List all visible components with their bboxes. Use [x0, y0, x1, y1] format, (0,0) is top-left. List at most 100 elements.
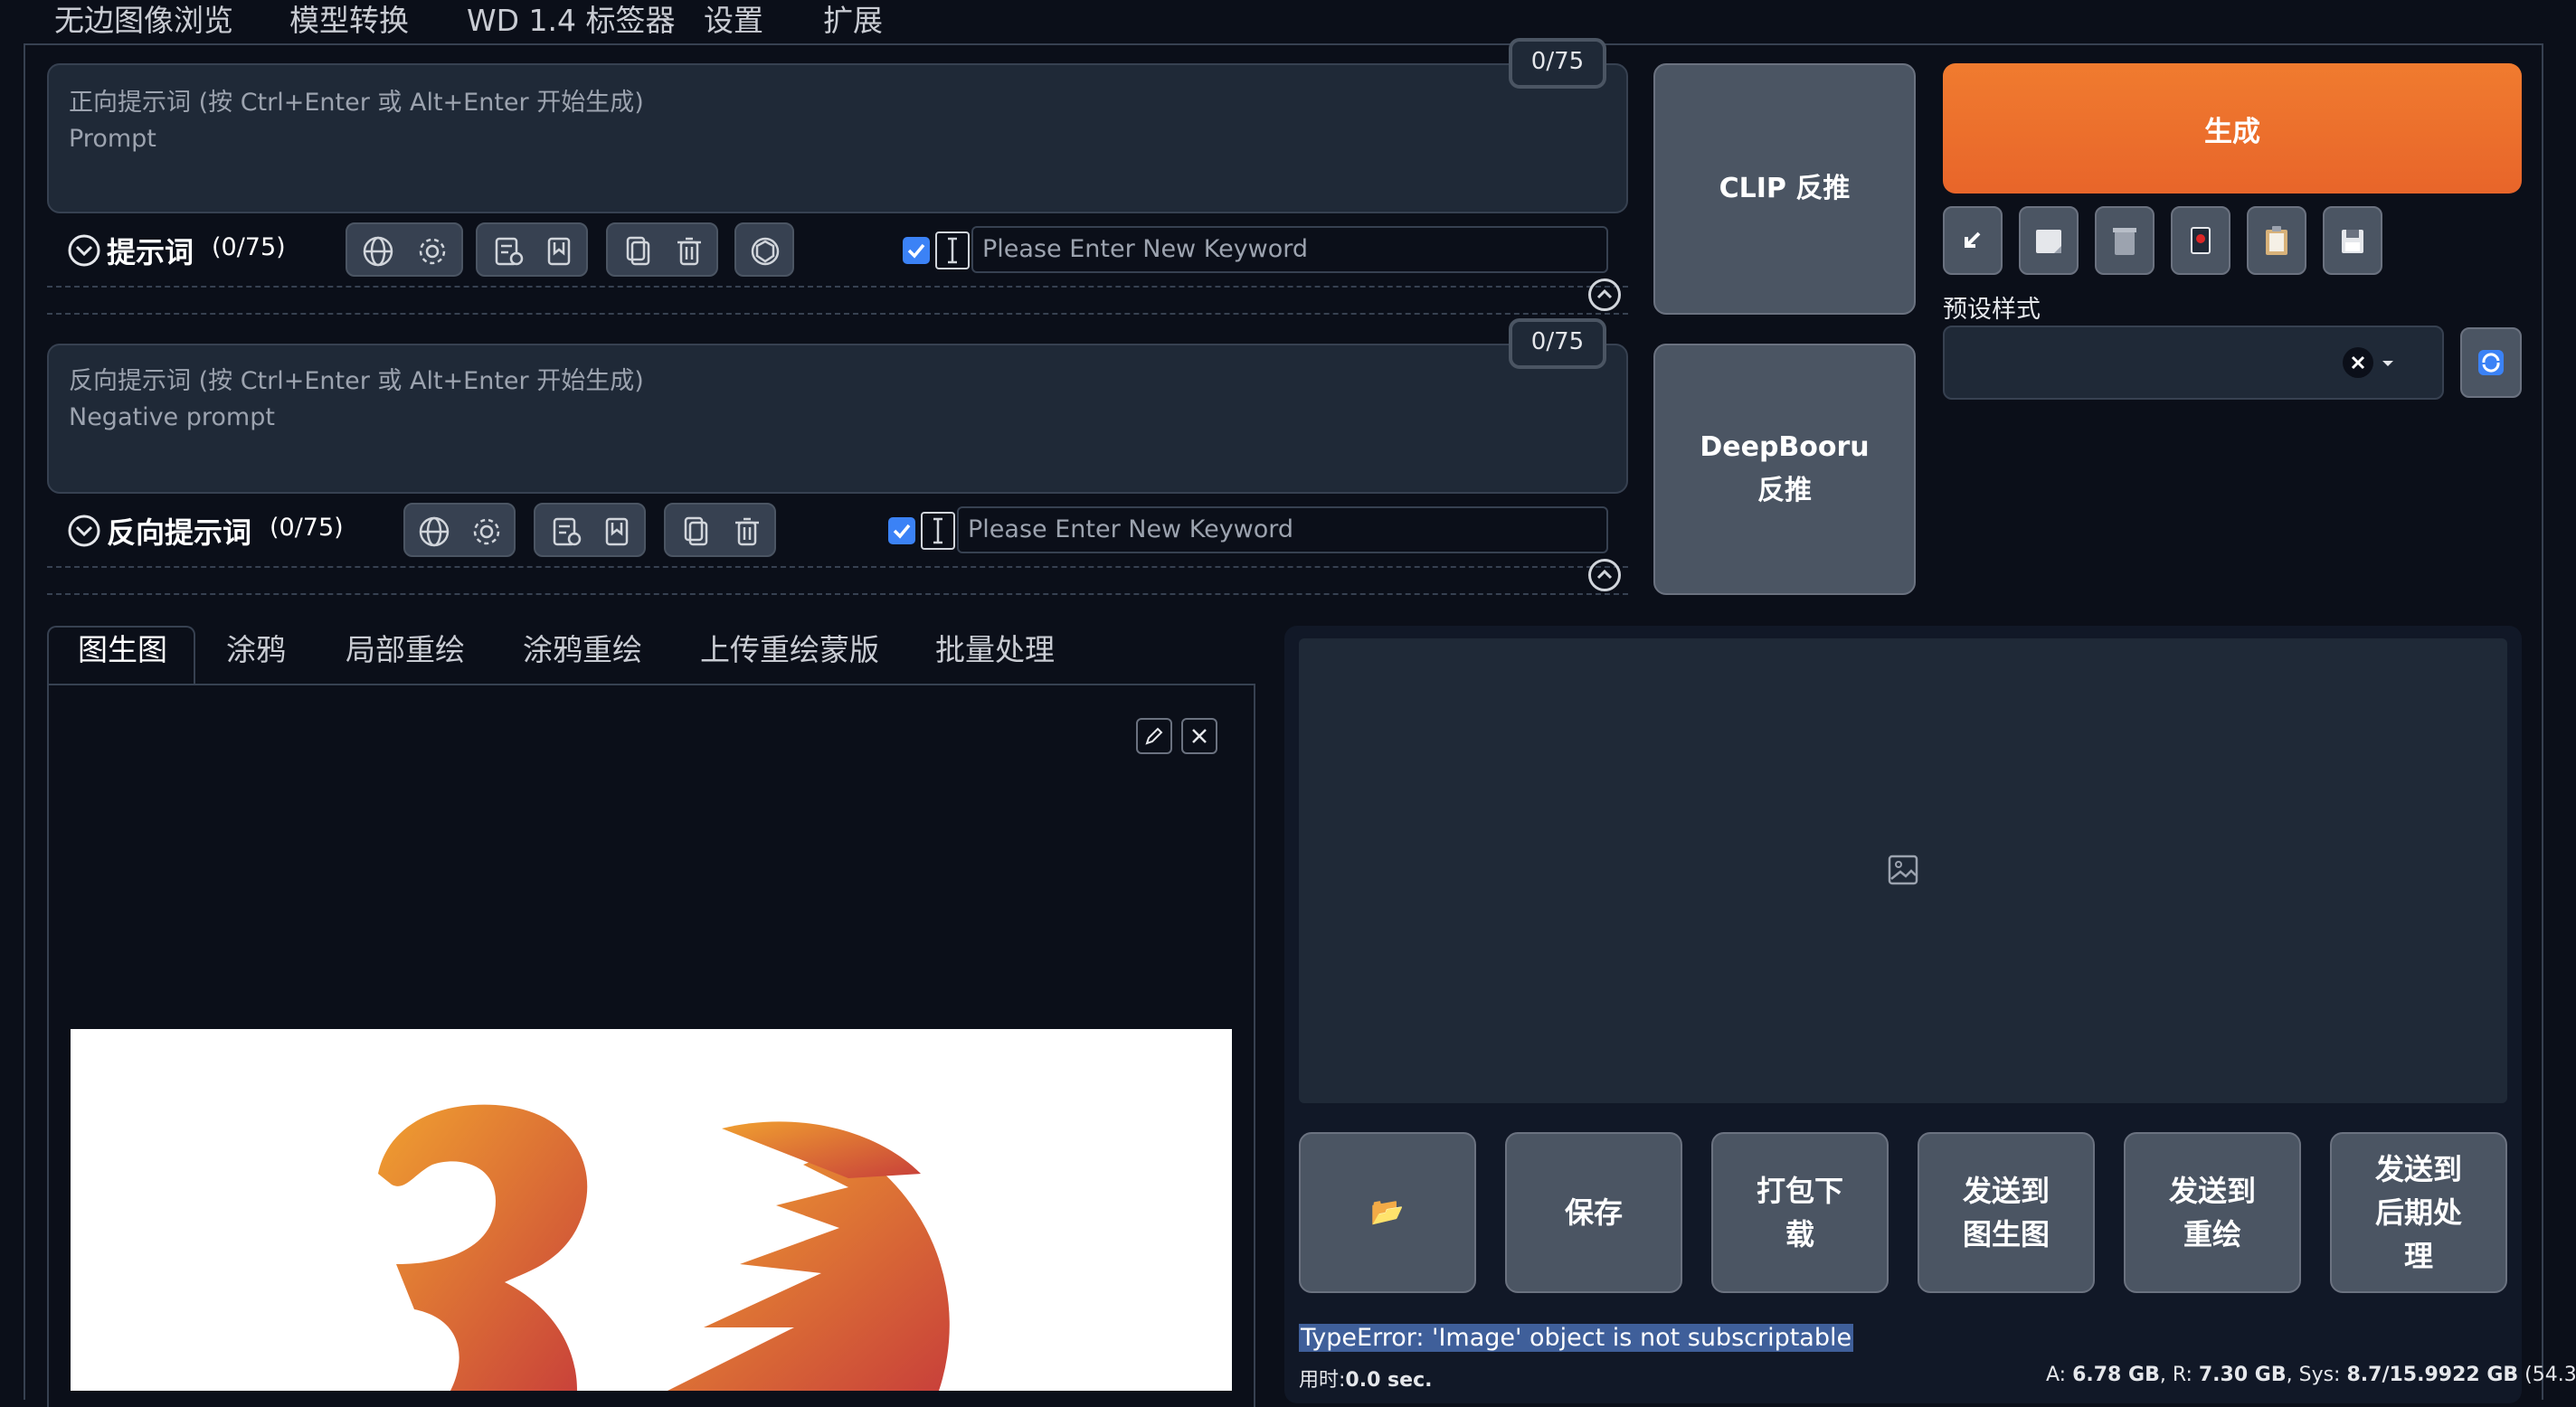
styles-dropdown[interactable]	[1943, 326, 2444, 400]
edit-image-button[interactable]	[1136, 718, 1172, 754]
mem-a-label: A:	[2046, 1364, 2073, 1386]
zip-download-button[interactable]: 打包下 载	[1711, 1132, 1889, 1293]
copy-icon[interactable]	[678, 514, 715, 550]
tab-sketch[interactable]: 涂鸦	[226, 626, 286, 669]
negative-divider	[47, 566, 1628, 568]
read-params-button[interactable]	[1943, 206, 2003, 275]
negative-prompt-placeholder-en: Negative prompt	[69, 403, 275, 431]
flower-card-icon	[2191, 227, 2211, 254]
list-settings-icon[interactable]	[490, 233, 526, 269]
gear-icon[interactable]	[414, 233, 450, 269]
negative-section-label: 反向提示词	[107, 515, 252, 550]
save-button[interactable]: 保存	[1505, 1132, 1682, 1293]
positive-prompt-textarea[interactable]: 正向提示词 (按 Ctrl+Enter 或 Alt+Enter 开始生成) Pr…	[47, 63, 1628, 213]
negative-token-counter: 0/75	[1509, 318, 1606, 369]
positive-divider	[47, 286, 1628, 288]
apply-style-button[interactable]	[2247, 206, 2306, 275]
negative-section-count: (0/75)	[270, 514, 344, 542]
copy-icon[interactable]	[620, 233, 657, 269]
text-cursor-icon	[935, 231, 970, 269]
output-gallery[interactable]	[1299, 638, 2507, 1103]
clip-interrogate-button[interactable]: CLIP 反推	[1653, 63, 1916, 315]
positive-collapse-icon[interactable]	[67, 233, 101, 268]
negative-expand-icon[interactable]	[1588, 559, 1621, 591]
floppy-icon	[2342, 230, 2363, 253]
positive-keyword-checkbox[interactable]	[903, 237, 930, 264]
positive-toolgroup-3	[606, 222, 718, 277]
trash-button[interactable]	[2095, 206, 2155, 275]
positive-toolgroup-2	[476, 222, 588, 277]
mem-percent: (54.3%)	[2524, 1364, 2576, 1386]
positive-toolgroup-4	[734, 222, 794, 277]
nav-tab-extensions[interactable]: 扩展	[823, 0, 883, 40]
generate-button[interactable]: 生成	[1943, 63, 2522, 194]
mem-r-label: , R:	[2159, 1364, 2199, 1386]
bookmark-icon[interactable]	[541, 233, 577, 269]
list-settings-icon[interactable]	[548, 514, 584, 550]
refresh-icon	[2478, 350, 2504, 375]
time-value: 0.0 sec.	[1345, 1369, 1433, 1392]
gear-icon[interactable]	[469, 514, 505, 550]
trash-icon[interactable]	[729, 514, 765, 550]
clipboard-icon	[2266, 226, 2287, 255]
clear-prompt-button[interactable]	[2019, 206, 2079, 275]
positive-bottom-divider	[47, 313, 1628, 315]
styles-label: 预设样式	[1943, 296, 2041, 324]
chevron-down-icon[interactable]	[2379, 354, 2397, 373]
negative-toolgroup-3	[664, 503, 776, 557]
trash-icon[interactable]	[671, 233, 707, 269]
refresh-styles-button[interactable]	[2460, 327, 2522, 398]
negative-keyword-input[interactable]: Please Enter New Keyword	[957, 506, 1608, 553]
negative-keyword-checkbox[interactable]	[888, 517, 915, 544]
clear-styles-icon[interactable]	[2343, 347, 2373, 378]
mem-sys-value: 8.7/15.9922 GB	[2346, 1364, 2519, 1386]
negative-toolgroup-2	[534, 503, 646, 557]
negative-bottom-divider	[47, 593, 1628, 595]
nav-tab-settings[interactable]: 设置	[704, 0, 763, 40]
wastebasket-icon	[2113, 228, 2136, 255]
close-icon	[1192, 729, 1207, 743]
positive-section-label: 提示词	[107, 235, 194, 269]
mem-r-value: 7.30 GB	[2198, 1364, 2287, 1386]
extra-networks-button[interactable]	[2171, 206, 2230, 275]
remove-image-button[interactable]	[1181, 718, 1217, 754]
tab-inpaint-sketch[interactable]: 涂鸦重绘	[523, 626, 642, 669]
tab-img2img[interactable]: 图生图	[78, 626, 167, 669]
positive-prompt-placeholder: 正向提示词 (按 Ctrl+Enter 或 Alt+Enter 开始生成)	[69, 89, 644, 117]
send-to-extras-button[interactable]: 发送到 后期处 理	[2330, 1132, 2507, 1293]
arrow-down-left-icon	[1965, 231, 1981, 248]
image-placeholder-icon	[1888, 855, 1918, 885]
negative-collapse-icon[interactable]	[67, 514, 101, 548]
negative-toolgroup-1	[403, 503, 516, 557]
bookmark-icon[interactable]	[599, 514, 635, 550]
nav-tab-wd14-tagger[interactable]: WD 1.4 标签器	[467, 0, 676, 40]
memory-stats: A: 6.78 GB, R: 7.30 GB, Sys: 8.7/15.9922…	[2046, 1364, 2576, 1386]
time-label: 用时:	[1299, 1369, 1346, 1392]
nav-tab-model-convert[interactable]: 模型转换	[289, 0, 409, 40]
tab-inpaint-upload[interactable]: 上传重绘蒙版	[700, 626, 879, 669]
send-to-inpaint-button[interactable]: 发送到 重绘	[2124, 1132, 2301, 1293]
uploaded-image[interactable]	[71, 1029, 1232, 1391]
tab-batch[interactable]: 批量处理	[935, 626, 1055, 669]
mem-a-value: 6.78 GB	[2072, 1364, 2160, 1386]
deepbooru-interrogate-button[interactable]: DeepBooru 反推	[1653, 344, 1916, 595]
pencil-icon	[1145, 727, 1163, 745]
positive-prompt-placeholder-en: Prompt	[69, 125, 156, 153]
tab-inpaint[interactable]: 局部重绘	[346, 626, 465, 669]
nav-tab-image-browser[interactable]: 无边图像浏览	[54, 0, 233, 40]
mem-sys-label: , Sys:	[2286, 1364, 2347, 1386]
send-to-img2img-button[interactable]: 发送到 图生图	[1918, 1132, 2095, 1293]
negative-prompt-textarea[interactable]: 反向提示词 (按 Ctrl+Enter 或 Alt+Enter 开始生成) Ne…	[47, 344, 1628, 494]
openai-icon[interactable]	[747, 233, 783, 269]
positive-toolgroup-1	[346, 222, 463, 277]
folder-icon: 📂	[1370, 1196, 1405, 1228]
open-folder-button[interactable]: 📂	[1299, 1132, 1476, 1293]
positive-section-count: (0/75)	[212, 233, 286, 261]
positive-keyword-input[interactable]: Please Enter New Keyword	[971, 226, 1608, 273]
positive-expand-icon[interactable]	[1588, 279, 1621, 311]
text-cursor-icon	[921, 512, 955, 550]
globe-icon[interactable]	[360, 233, 396, 269]
globe-icon[interactable]	[416, 514, 452, 550]
save-style-button[interactable]	[2323, 206, 2382, 275]
positive-token-counter: 0/75	[1509, 38, 1606, 89]
